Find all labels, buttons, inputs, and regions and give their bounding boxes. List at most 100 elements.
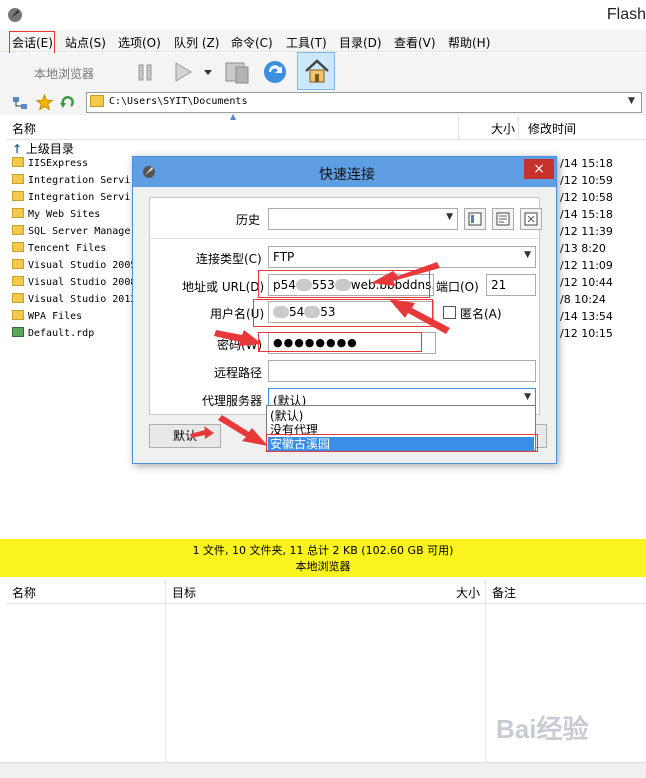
history-view-button[interactable] <box>464 208 486 230</box>
port-input[interactable]: 21 <box>486 274 536 296</box>
annotation-box-username <box>253 299 433 327</box>
play-dropdown-icon[interactable] <box>200 57 216 87</box>
column-divider <box>458 116 459 140</box>
column-size[interactable]: 大小 <box>491 120 515 137</box>
menu-tools[interactable]: 工具(T) <box>286 34 327 51</box>
file-name: Default.rdp <box>28 328 95 339</box>
proxy-label: 代理服务器 <box>202 394 263 408</box>
app-logo-icon <box>8 8 22 22</box>
port-label: 端口(O) <box>436 280 479 294</box>
folder-icon <box>12 242 24 252</box>
queue-column-name[interactable]: 名称 <box>12 584 36 601</box>
remote-path-input[interactable] <box>268 360 536 382</box>
menu-queue[interactable]: 队列 (Z) <box>174 34 219 51</box>
folder-icon <box>12 310 24 320</box>
file-name: Visual Studio 2012 <box>28 294 137 305</box>
divider <box>150 238 539 239</box>
favorites-star-icon[interactable] <box>36 94 53 111</box>
queue-divider <box>485 580 486 762</box>
file-name: WPA Files <box>28 311 83 322</box>
watermark-text: Bai经验 <box>496 714 588 744</box>
connection-type-label: 连接类型(C) <box>196 252 262 266</box>
file-modified: /12 11:39 <box>560 225 613 238</box>
pause-icon[interactable] <box>130 57 160 87</box>
file-list-row[interactable]: Visual Studio 2012 <box>12 293 136 310</box>
home-button[interactable] <box>297 52 335 90</box>
queue-column-target[interactable]: 目标 <box>172 584 196 601</box>
file-name: SQL Server Manager <box>28 226 137 237</box>
chevron-down-icon: ▼ <box>524 250 531 260</box>
chevron-down-icon: ▼ <box>446 212 453 222</box>
file-list-row[interactable]: Integration Servi <box>12 174 130 191</box>
history-edit-button[interactable] <box>492 208 514 230</box>
file-modified: /12 10:58 <box>560 191 613 204</box>
status-summary: 1 文件, 10 文件夹, 11 总计 2 KB (102.60 GB 可用) <box>192 544 454 557</box>
file-list-row[interactable]: Visual Studio 2005 <box>12 259 136 276</box>
file-modified: /12 10:15 <box>560 327 613 340</box>
window-titlebar: Flash <box>0 0 646 30</box>
transfer-icon[interactable] <box>222 57 252 87</box>
queue-header: 名称 目标 大小 备注 <box>6 580 646 604</box>
url-label: 地址或 URL(D) <box>182 280 265 294</box>
menu-options[interactable]: 选项(O) <box>118 34 161 51</box>
file-list-row[interactable]: Tencent Files <box>12 242 106 259</box>
file-name: Integration Servi <box>28 175 131 186</box>
anonymous-label: 匿名(A) <box>460 307 502 321</box>
remote-path-label: 远程路径 <box>214 366 263 380</box>
home-icon <box>305 59 329 83</box>
file-list-row[interactable]: Visual Studio 2008 <box>12 276 136 293</box>
history-combo[interactable]: ▼ <box>268 208 458 230</box>
watermark-logo: Bai经验 <box>496 714 588 744</box>
refresh-icon[interactable] <box>260 57 290 87</box>
play-icon[interactable] <box>167 57 197 87</box>
folder-icon <box>12 276 24 286</box>
menu-directory[interactable]: 目录(D) <box>339 34 382 51</box>
file-modified: /14 15:18 <box>560 157 613 170</box>
up-directory-icon[interactable] <box>59 94 76 111</box>
menu-view[interactable]: 查看(V) <box>394 34 436 51</box>
dialog-logo-icon <box>143 166 155 178</box>
menu-commands[interactable]: 命令(C) <box>231 34 273 51</box>
queue-divider <box>165 580 166 762</box>
menu-sites[interactable]: 站点(S) <box>65 34 106 51</box>
file-modified: /14 15:18 <box>560 208 613 221</box>
file-list-row[interactable]: WPA Files <box>12 310 82 327</box>
file-modified: /8 10:24 <box>560 293 606 306</box>
queue-column-note[interactable]: 备注 <box>492 584 516 601</box>
address-path-input[interactable]: C:\Users\SYIT\Documents <box>86 92 642 113</box>
folder-icon <box>12 157 24 167</box>
file-name: My Web Sites <box>28 209 101 220</box>
queue-column-size[interactable]: 大小 <box>456 584 480 601</box>
status-bar: 1 文件, 10 文件夹, 11 总计 2 KB (102.60 GB 可用) … <box>0 539 646 577</box>
column-name[interactable]: 名称 <box>12 120 36 137</box>
file-modified: /13 8:20 <box>560 242 606 255</box>
chevron-down-icon[interactable]: ▼ <box>628 96 635 106</box>
rdp-file-icon <box>12 327 24 337</box>
anonymous-checkbox[interactable] <box>443 306 456 319</box>
parent-directory-row[interactable]: ↑ 上级目录 <box>12 140 74 157</box>
dialog-title: 快速连接 <box>319 167 375 183</box>
file-list-row[interactable]: My Web Sites <box>12 208 100 225</box>
bottom-bar <box>0 762 646 778</box>
connection-type-select[interactable]: FTP ▼ <box>268 246 536 268</box>
file-name: Integration Servi <box>28 192 131 203</box>
parent-directory-label: 上级目录 <box>25 142 74 156</box>
network-icon[interactable] <box>12 95 28 111</box>
local-browser-label: 本地浏览器 <box>34 67 95 81</box>
file-list-row[interactable]: Default.rdp <box>12 327 94 344</box>
file-list-row[interactable]: IISExpress <box>12 157 88 174</box>
properties-icon <box>468 212 482 226</box>
default-button[interactable]: 默认 <box>149 424 221 448</box>
column-modified[interactable]: 修改时间 <box>528 120 576 137</box>
folder-icon <box>12 191 24 201</box>
dialog-close-button[interactable]: × <box>524 159 554 179</box>
file-list-row[interactable]: Integration Servi <box>12 191 130 208</box>
edit-list-icon <box>496 212 510 226</box>
folder-icon <box>12 174 24 184</box>
file-list-row[interactable]: SQL Server Manager <box>12 225 136 242</box>
annotation-box-password <box>258 332 422 352</box>
folder-icon <box>12 293 24 303</box>
delete-list-icon <box>524 212 538 226</box>
menu-help[interactable]: 帮助(H) <box>448 34 490 51</box>
history-delete-button[interactable] <box>520 208 542 230</box>
